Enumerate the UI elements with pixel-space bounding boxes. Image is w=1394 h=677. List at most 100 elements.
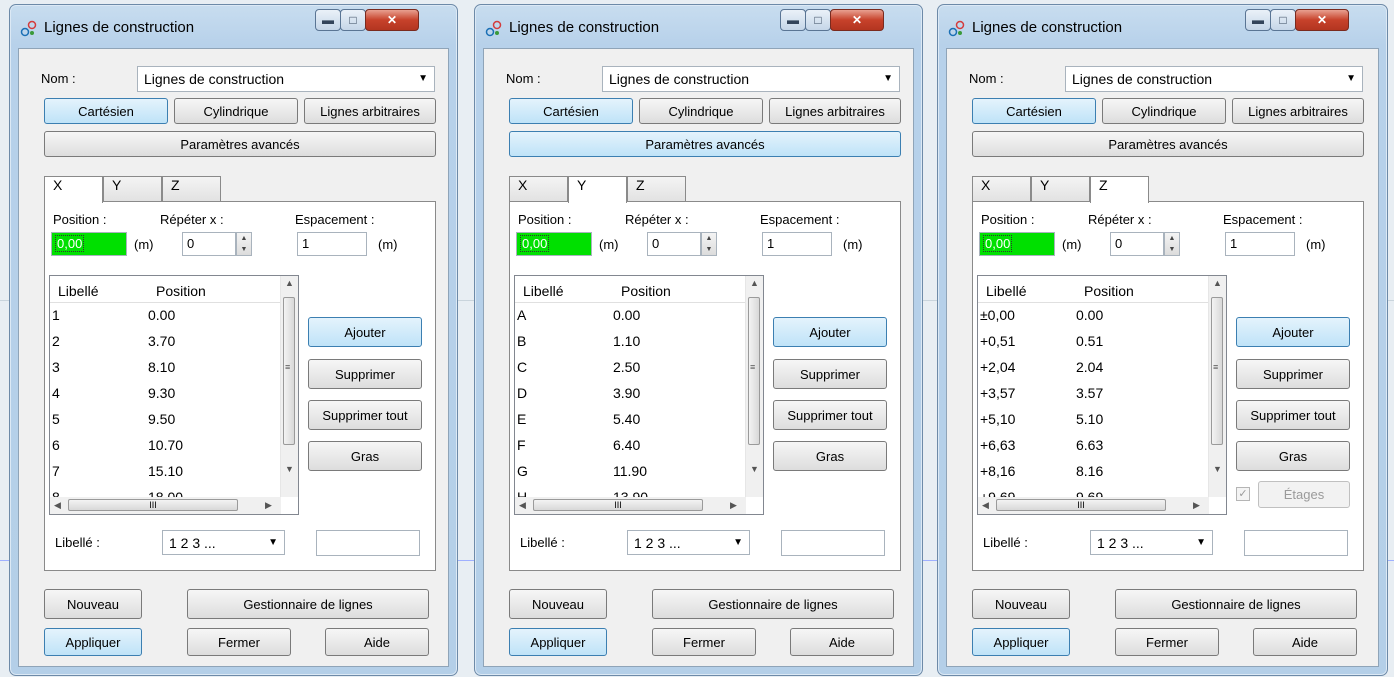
column-position-header[interactable]: Position — [621, 283, 671, 299]
add-button[interactable]: Ajouter — [1236, 317, 1350, 347]
close-button[interactable]: Fermer — [1115, 628, 1219, 656]
spin-down-icon[interactable]: ▼ — [702, 244, 716, 255]
title-bar[interactable]: Lignes de construction ▬ □ ✕ — [938, 5, 1387, 47]
title-bar[interactable]: Lignes de construction ▬ □ ✕ — [10, 5, 457, 47]
close-button[interactable]: Fermer — [187, 628, 291, 656]
name-combo[interactable]: Lignes de construction ▼ — [137, 66, 435, 92]
bold-button[interactable]: Gras — [308, 441, 422, 471]
table-row[interactable]: 2 3.70 — [50, 329, 282, 355]
arbitrary-lines-button[interactable]: Lignes arbitraires — [1232, 98, 1364, 124]
line-manager-button[interactable]: Gestionnaire de lignes — [652, 589, 894, 619]
table-row[interactable]: +5,10 5.10 — [978, 407, 1210, 433]
tab-z[interactable]: Z — [162, 176, 221, 201]
cylindrical-button[interactable]: Cylindrique — [1102, 98, 1226, 124]
apply-button[interactable]: Appliquer — [509, 628, 607, 656]
table-row[interactable]: A 0.00 — [515, 303, 747, 329]
repeat-input[interactable]: 0 — [182, 232, 236, 256]
close-window-button[interactable]: ✕ — [1295, 9, 1349, 31]
cylindrical-button[interactable]: Cylindrique — [639, 98, 763, 124]
close-window-button[interactable]: ✕ — [830, 9, 884, 31]
delete-all-button[interactable]: Supprimer tout — [1236, 400, 1350, 430]
scroll-left-icon[interactable]: ◀ — [519, 500, 526, 511]
table-row[interactable]: D 3.90 — [515, 381, 747, 407]
label-format-combo[interactable]: 1 2 3 ... ▼ — [1090, 530, 1213, 555]
scroll-down-icon[interactable]: ▼ — [1213, 464, 1222, 474]
table-row[interactable]: 3 8.10 — [50, 355, 282, 381]
tab-y[interactable]: Y — [103, 176, 162, 201]
horizontal-scrollbar[interactable]: ◀ III ▶ — [978, 497, 1209, 514]
table-row[interactable]: C 2.50 — [515, 355, 747, 381]
repeat-spinner[interactable]: ▲ ▼ — [236, 232, 252, 256]
table-row[interactable]: E 5.40 — [515, 407, 747, 433]
position-input[interactable]: 0,00 — [516, 232, 592, 256]
floors-button[interactable]: Étages — [1258, 481, 1350, 508]
arbitrary-lines-button[interactable]: Lignes arbitraires — [769, 98, 901, 124]
help-button[interactable]: Aide — [1253, 628, 1357, 656]
minimize-button[interactable]: ▬ — [315, 9, 341, 31]
minimize-button[interactable]: ▬ — [780, 9, 806, 31]
tab-x[interactable]: X — [972, 176, 1031, 201]
maximize-button[interactable]: □ — [340, 9, 366, 31]
column-position-header[interactable]: Position — [156, 283, 206, 299]
advanced-parameters-button[interactable]: Paramètres avancés — [509, 131, 901, 157]
add-button[interactable]: Ajouter — [308, 317, 422, 347]
column-label-header[interactable]: Libellé — [986, 283, 1026, 299]
tab-z[interactable]: Z — [1090, 176, 1149, 203]
table-row[interactable]: 1 0.00 — [50, 303, 282, 329]
arbitrary-lines-button[interactable]: Lignes arbitraires — [304, 98, 436, 124]
scroll-left-icon[interactable]: ◀ — [54, 500, 61, 511]
close-window-button[interactable]: ✕ — [365, 9, 419, 31]
repeat-input[interactable]: 0 — [1110, 232, 1164, 256]
table-row[interactable]: +6,63 6.63 — [978, 433, 1210, 459]
tab-x[interactable]: X — [44, 176, 103, 203]
floors-checkbox[interactable]: ✓ — [1236, 487, 1250, 501]
scroll-up-icon[interactable]: ▲ — [1213, 278, 1222, 288]
tab-y[interactable]: Y — [1031, 176, 1090, 201]
line-manager-button[interactable]: Gestionnaire de lignes — [187, 589, 429, 619]
vertical-scrollbar[interactable]: ▲ ≡ ▼ — [280, 276, 298, 497]
minimize-button[interactable]: ▬ — [1245, 9, 1271, 31]
spin-up-icon[interactable]: ▲ — [237, 233, 251, 244]
delete-all-button[interactable]: Supprimer tout — [308, 400, 422, 430]
bold-button[interactable]: Gras — [1236, 441, 1350, 471]
table-row[interactable]: 4 9.30 — [50, 381, 282, 407]
vertical-scrollbar[interactable]: ▲ ≡ ▼ — [1208, 276, 1226, 497]
horizontal-scroll-thumb[interactable]: III — [68, 499, 238, 511]
column-label-header[interactable]: Libellé — [523, 283, 563, 299]
lines-table[interactable]: Libellé Position 1 0.00 2 3.70 3 8.10 4 9.30 5 9.… — [49, 275, 299, 515]
scroll-up-icon[interactable]: ▲ — [285, 278, 294, 288]
apply-button[interactable]: Appliquer — [972, 628, 1070, 656]
close-button[interactable]: Fermer — [652, 628, 756, 656]
new-button[interactable]: Nouveau — [44, 589, 142, 619]
table-row[interactable]: ±0,00 0.00 — [978, 303, 1210, 329]
horizontal-scroll-thumb[interactable]: III — [533, 499, 703, 511]
horizontal-scrollbar[interactable]: ◀ III ▶ — [515, 497, 746, 514]
table-row[interactable]: 7 15.10 — [50, 459, 282, 485]
add-button[interactable]: Ajouter — [773, 317, 887, 347]
label-format-combo[interactable]: 1 2 3 ... ▼ — [162, 530, 285, 555]
vertical-scrollbar[interactable]: ▲ ≡ ▼ — [745, 276, 763, 497]
new-button[interactable]: Nouveau — [972, 589, 1070, 619]
help-button[interactable]: Aide — [325, 628, 429, 656]
table-row[interactable]: +2,04 2.04 — [978, 355, 1210, 381]
table-row[interactable]: +3,57 3.57 — [978, 381, 1210, 407]
title-bar[interactable]: Lignes de construction ▬ □ ✕ — [475, 5, 922, 47]
maximize-button[interactable]: □ — [1270, 9, 1296, 31]
delete-button[interactable]: Supprimer — [773, 359, 887, 389]
maximize-button[interactable]: □ — [805, 9, 831, 31]
table-row[interactable]: G 11.90 — [515, 459, 747, 485]
table-row[interactable]: +8,16 8.16 — [978, 459, 1210, 485]
repeat-spinner[interactable]: ▲ ▼ — [701, 232, 717, 256]
label-preview-input[interactable] — [1244, 530, 1348, 556]
tab-x[interactable]: X — [509, 176, 568, 201]
scroll-right-icon[interactable]: ▶ — [730, 500, 737, 511]
scroll-left-icon[interactable]: ◀ — [982, 500, 989, 511]
tab-y[interactable]: Y — [568, 176, 627, 203]
lines-table[interactable]: Libellé Position A 0.00 B 1.10 C 2.50 D 3.90 E 5.… — [514, 275, 764, 515]
spacing-input[interactable]: 1 — [1225, 232, 1295, 256]
repeat-input[interactable]: 0 — [647, 232, 701, 256]
table-row[interactable]: +0,51 0.51 — [978, 329, 1210, 355]
column-label-header[interactable]: Libellé — [58, 283, 98, 299]
column-position-header[interactable]: Position — [1084, 283, 1134, 299]
cylindrical-button[interactable]: Cylindrique — [174, 98, 298, 124]
